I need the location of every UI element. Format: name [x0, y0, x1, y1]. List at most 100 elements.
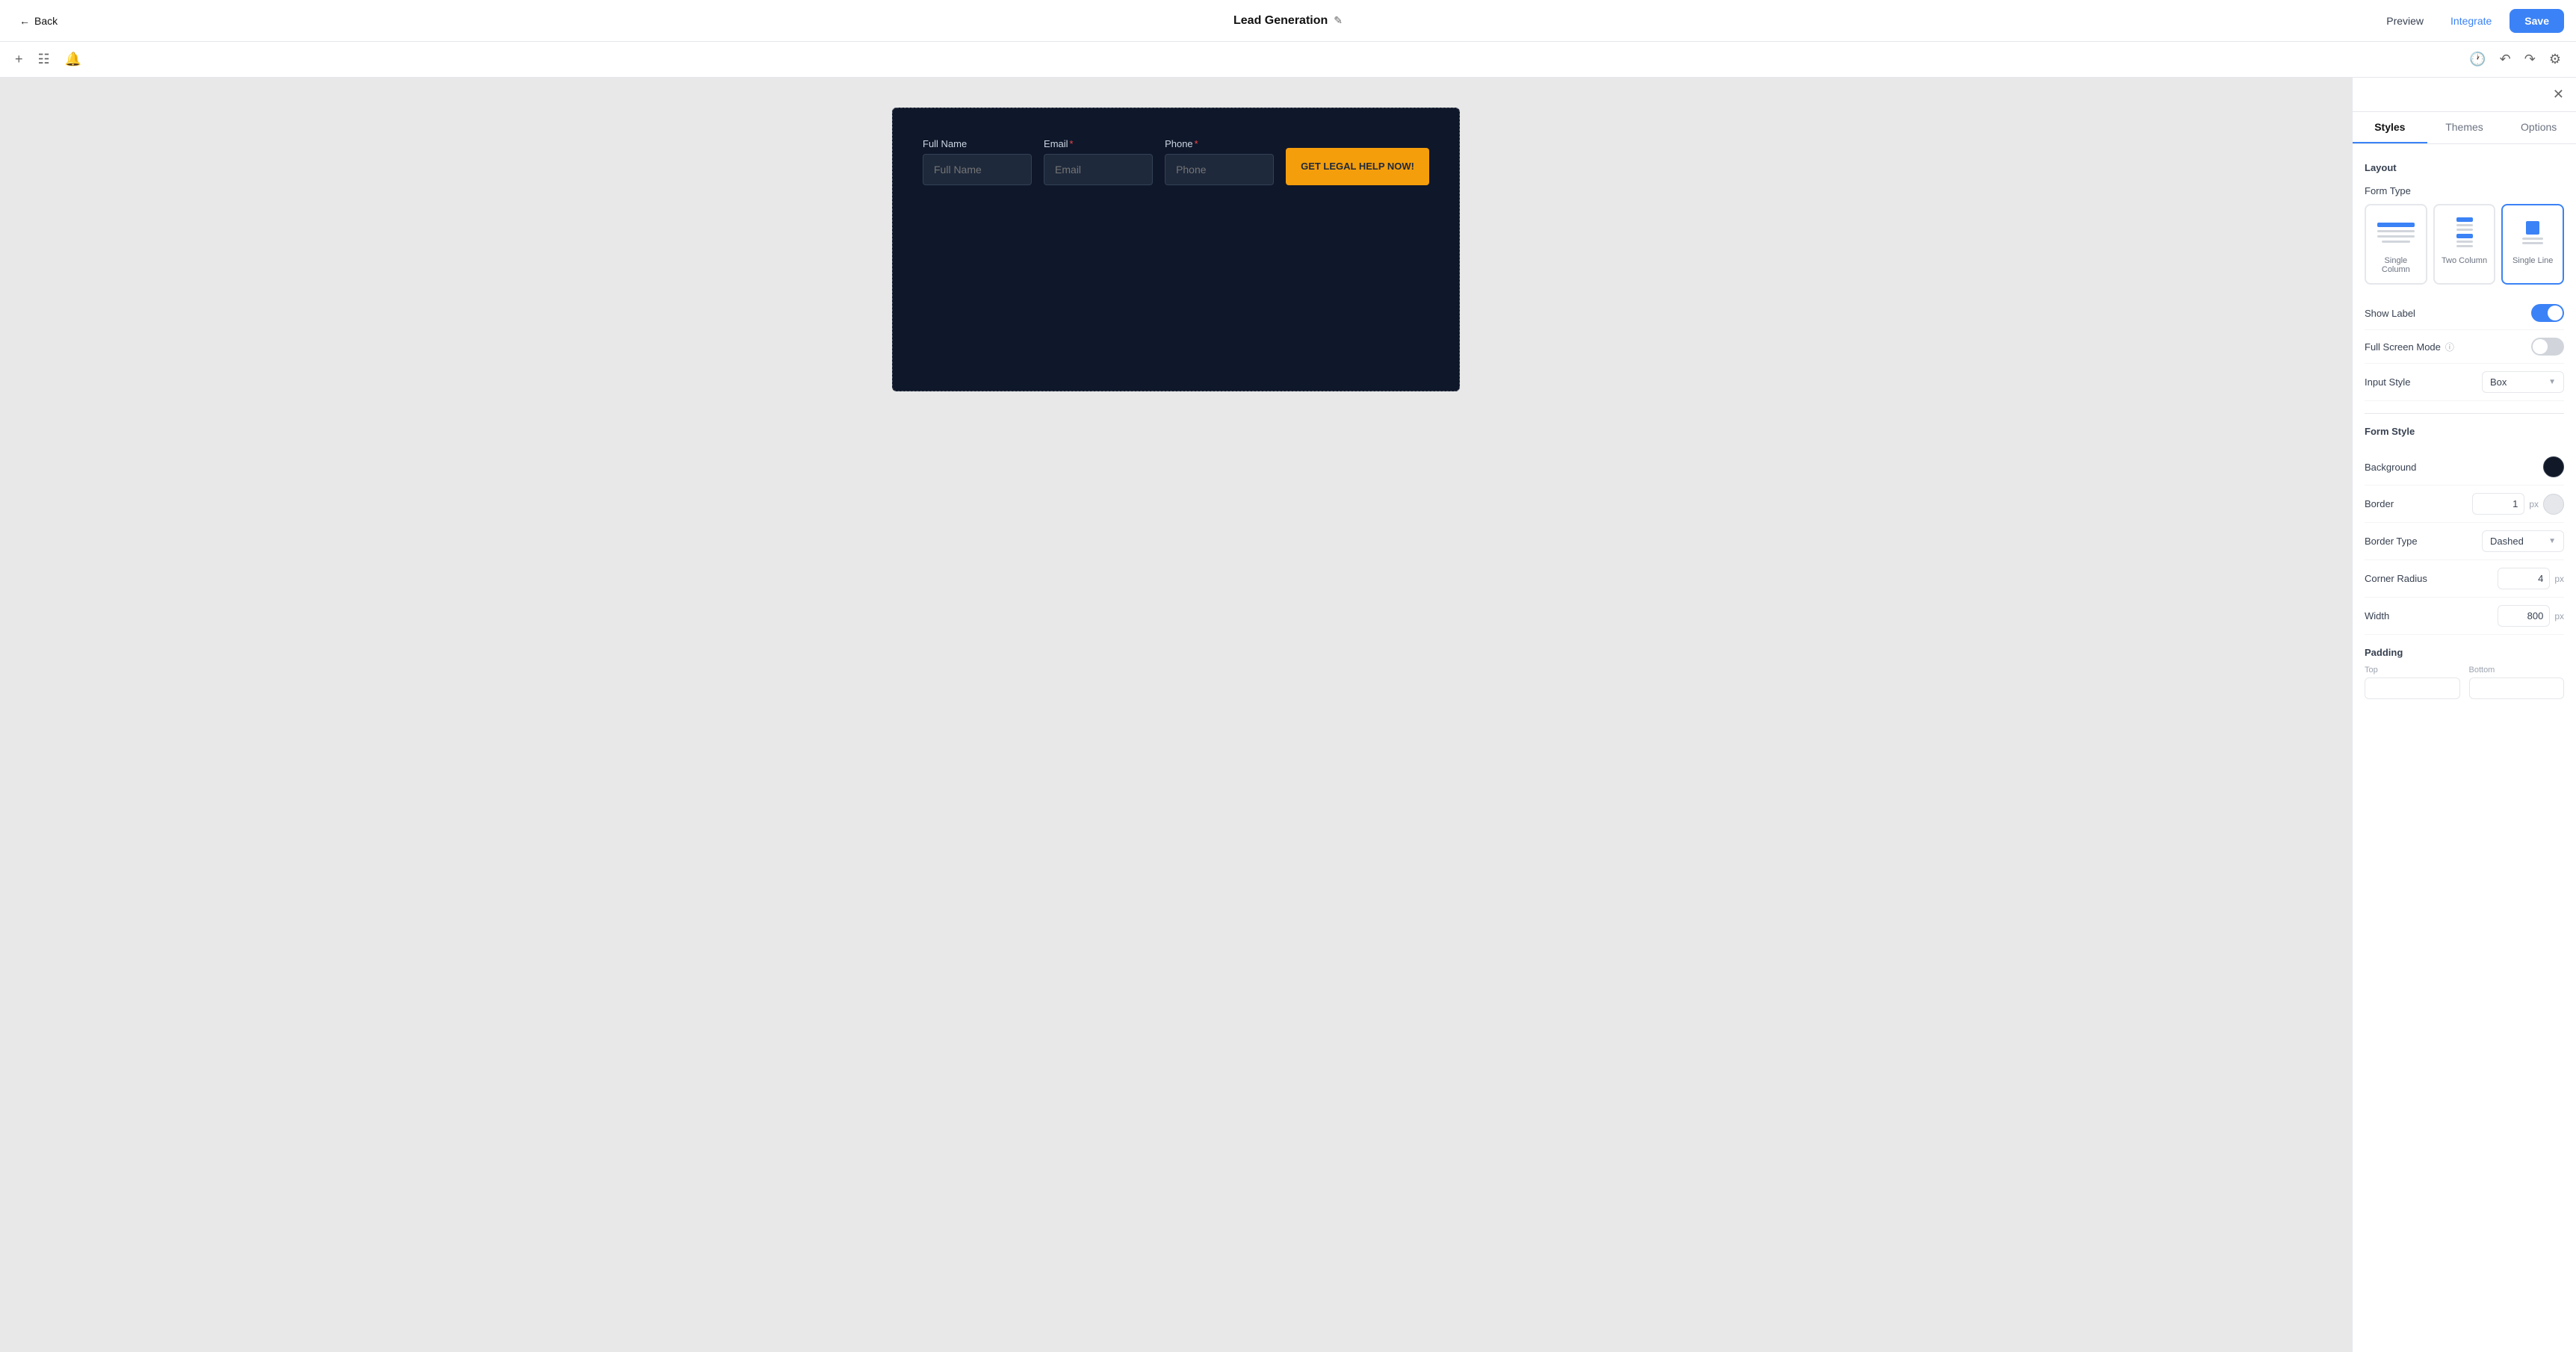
input-style-label: Input Style	[2365, 376, 2410, 388]
border-type-select[interactable]: Dashed ▼	[2482, 530, 2564, 552]
toolbar-right: 🕐 ↶ ↷ ⚙	[2466, 49, 2564, 70]
grid-button[interactable]: ☷	[35, 49, 53, 70]
padding-bottom-label: Bottom	[2469, 666, 2565, 675]
form-type-two-column[interactable]: Two Column	[2433, 204, 2496, 285]
header-center: Lead Generation ✎	[1233, 14, 1343, 28]
width-unit: px	[2554, 611, 2564, 621]
border-value-input[interactable]	[2472, 493, 2524, 515]
back-arrow-icon: ←	[19, 15, 30, 27]
input-style-select[interactable]: Box ▼	[2482, 371, 2564, 393]
full-name-input[interactable]	[923, 154, 1032, 185]
chevron-down-icon: ▼	[2548, 378, 2556, 386]
full-screen-slider	[2531, 338, 2564, 356]
back-label: Back	[34, 15, 58, 27]
phone-field: Phone*	[1165, 138, 1274, 185]
info-icon[interactable]: ⓘ	[2445, 341, 2454, 353]
corner-radius-input[interactable]	[2498, 568, 2550, 589]
border-type-chevron-icon: ▼	[2548, 537, 2556, 545]
edit-icon[interactable]: ✎	[1334, 14, 1343, 27]
email-field: Email*	[1044, 138, 1153, 185]
email-label: Email*	[1044, 138, 1153, 149]
width-label: Width	[2365, 610, 2389, 621]
form-style-title: Form Style	[2365, 426, 2564, 437]
two-column-label: Two Column	[2442, 256, 2487, 265]
single-column-icon	[2374, 214, 2418, 250]
single-line-label: Single Line	[2512, 256, 2553, 265]
padding-top-input[interactable]	[2365, 677, 2460, 699]
canvas: Full Name Email* Phone* GET LEGAL H	[0, 78, 2352, 1352]
padding-row: Top Bottom	[2365, 666, 2564, 699]
background-row: Background	[2365, 449, 2564, 486]
single-line-lines	[2522, 238, 2543, 244]
padding-bottom-input[interactable]	[2469, 677, 2565, 699]
bell-button[interactable]: 🔔	[62, 49, 84, 70]
single-column-label: Single Column	[2372, 256, 2420, 274]
width-input-group: px	[2498, 605, 2564, 627]
panel-close-button[interactable]: ✕	[2553, 87, 2564, 102]
full-name-field: Full Name	[923, 138, 1032, 185]
border-color-swatch[interactable]	[2543, 494, 2564, 515]
two-col-right	[2456, 234, 2473, 247]
panel-content: Layout Form Type Single Column	[2353, 144, 2576, 1352]
top-header: ← Back Lead Generation ✎ Preview Integra…	[0, 0, 2576, 42]
page-title: Lead Generation	[1233, 14, 1328, 28]
full-screen-mode-row: Full Screen Mode ⓘ	[2365, 330, 2564, 364]
add-button[interactable]: +	[12, 49, 26, 70]
background-color-swatch[interactable]	[2543, 456, 2564, 477]
border-label: Border	[2365, 498, 2394, 509]
background-label: Background	[2365, 462, 2416, 473]
toolbar-left: + ☷ 🔔	[12, 49, 84, 70]
show-label-row: Show Label	[2365, 297, 2564, 330]
input-style-value: Box	[2490, 376, 2507, 388]
tab-styles[interactable]: Styles	[2353, 112, 2427, 143]
save-button[interactable]: Save	[2510, 9, 2564, 33]
form-type-single-column[interactable]: Single Column	[2365, 204, 2427, 285]
cta-button[interactable]: GET LEGAL HELP NOW!	[1286, 148, 1429, 185]
phone-input[interactable]	[1165, 154, 1274, 185]
integrate-button[interactable]: Integrate	[2442, 10, 2501, 31]
show-label-knob	[2548, 306, 2563, 320]
input-style-row: Input Style Box ▼	[2365, 364, 2564, 401]
corner-radius-input-group: px	[2498, 568, 2564, 589]
full-name-label: Full Name	[923, 138, 1032, 149]
phone-label: Phone*	[1165, 138, 1274, 149]
width-input[interactable]	[2498, 605, 2550, 627]
back-button[interactable]: ← Back	[12, 10, 65, 31]
show-label-toggle[interactable]	[2531, 304, 2564, 322]
border-row: Border px	[2365, 486, 2564, 523]
form-type-label: Form Type	[2365, 185, 2564, 196]
width-row: Width px	[2365, 598, 2564, 635]
form-row: Full Name Email* Phone* GET LEGAL H	[923, 138, 1429, 185]
single-line-box	[2526, 221, 2539, 235]
full-screen-mode-toggle[interactable]	[2531, 338, 2564, 356]
undo-button[interactable]: ↶	[2497, 49, 2514, 70]
form-type-single-line[interactable]: Single Line	[2501, 204, 2564, 285]
layout-section-title: Layout	[2365, 162, 2564, 173]
settings-button[interactable]: ⚙	[2546, 49, 2564, 70]
padding-title: Padding	[2365, 647, 2564, 658]
history-button[interactable]: 🕐	[2466, 49, 2489, 70]
single-line-icon	[2510, 214, 2555, 250]
two-column-icon	[2442, 214, 2487, 250]
border-type-row: Border Type Dashed ▼	[2365, 523, 2564, 560]
border-type-value: Dashed	[2490, 536, 2524, 547]
border-input-group: px	[2472, 493, 2564, 515]
main-area: Full Name Email* Phone* GET LEGAL H	[0, 78, 2576, 1352]
header-right: Preview Integrate Save	[2377, 9, 2564, 33]
panel-tabs: Styles Themes Options	[2353, 112, 2576, 144]
preview-button[interactable]: Preview	[2377, 10, 2433, 31]
tab-options[interactable]: Options	[2501, 112, 2576, 143]
right-panel: ✕ Styles Themes Options Layout Form Type	[2352, 78, 2576, 1352]
full-screen-knob	[2533, 339, 2548, 354]
show-label-text: Show Label	[2365, 308, 2415, 319]
padding-bottom-col: Bottom	[2469, 666, 2565, 699]
border-unit-label: px	[2529, 499, 2539, 509]
tab-themes[interactable]: Themes	[2427, 112, 2502, 143]
padding-top-label: Top	[2365, 666, 2460, 675]
form-type-options: Single Column	[2365, 204, 2564, 285]
form-preview: Full Name Email* Phone* GET LEGAL H	[892, 108, 1460, 391]
corner-radius-row: Corner Radius px	[2365, 560, 2564, 598]
two-col-left	[2456, 217, 2473, 231]
email-input[interactable]	[1044, 154, 1153, 185]
redo-button[interactable]: ↷	[2521, 49, 2539, 70]
